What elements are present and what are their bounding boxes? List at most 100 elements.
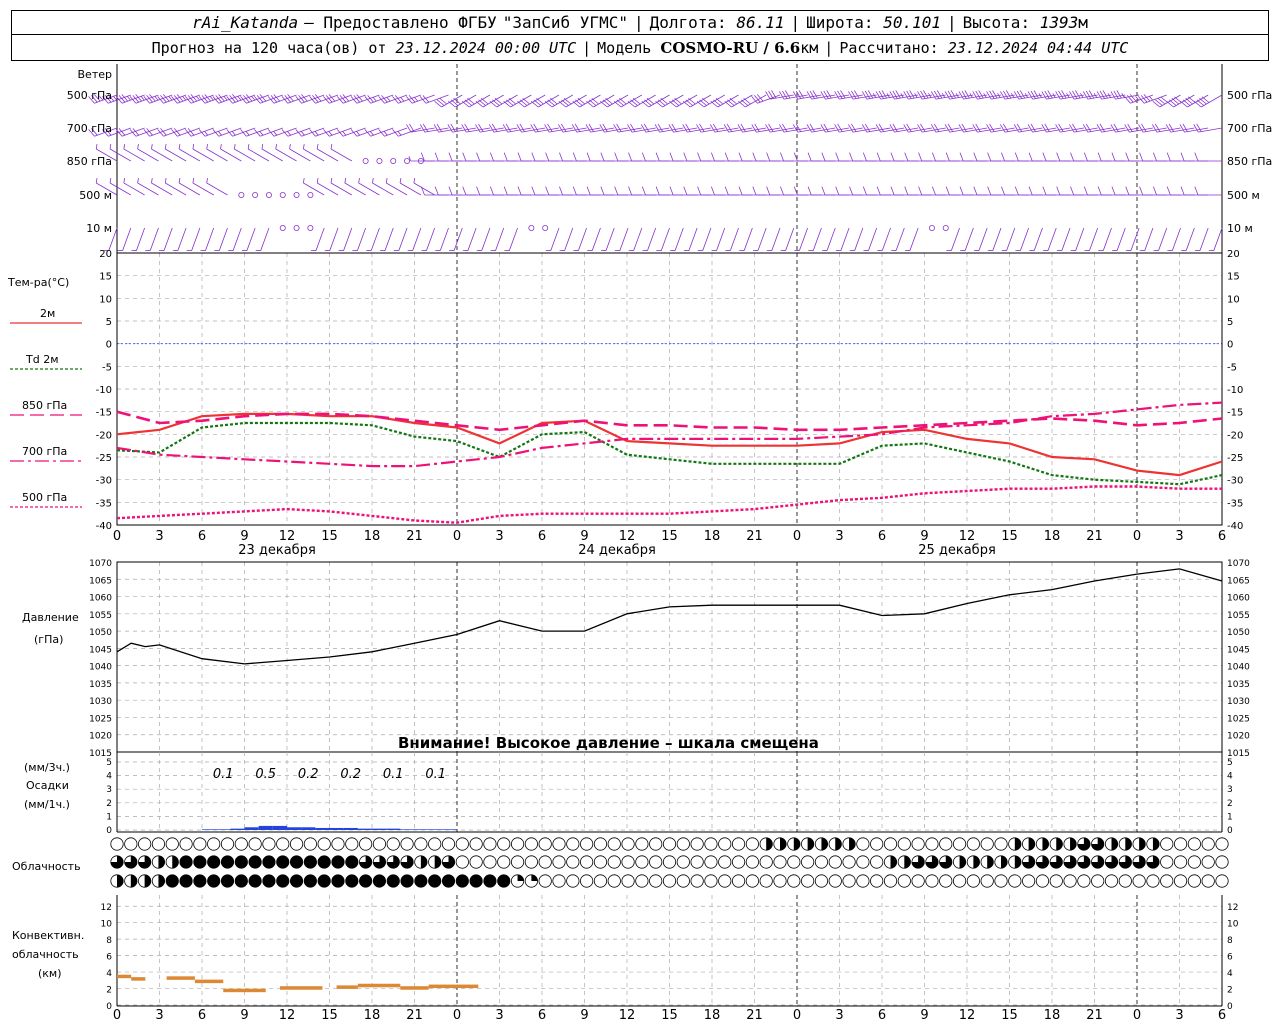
wind-barb — [448, 186, 477, 196]
wind-barb — [821, 152, 850, 162]
wind-barb-staff — [688, 227, 698, 251]
wind-barb-staff — [1158, 227, 1168, 251]
cloud-cover-mark — [842, 874, 856, 888]
wind-barb-feather — [1070, 186, 1075, 196]
time-tick-label-bottom: 12 — [619, 1008, 636, 1023]
wind-barb-feather — [372, 97, 377, 102]
wind-barb-feather — [586, 186, 591, 196]
precip-3h-label: 0.5 — [255, 767, 276, 782]
wind-barb-staff — [868, 227, 878, 251]
time-tick-label-bottom: 9 — [920, 1008, 928, 1023]
temp-ytick-right: -20 — [1227, 430, 1243, 441]
cloud-cover-fill — [276, 874, 289, 888]
wind-barb — [1208, 227, 1223, 252]
cloud-cover-mark — [607, 874, 621, 888]
wind-barb — [835, 152, 863, 162]
cloud-cover-fill — [434, 855, 441, 869]
conv-cloud-bar — [279, 986, 323, 990]
wind-barb — [366, 227, 380, 252]
wind-barb-feather — [399, 178, 402, 184]
cloud-cover-mark — [455, 855, 469, 869]
conv-ytick-right: 2 — [1227, 986, 1233, 996]
cloud-cover-fill — [1152, 837, 1160, 851]
cloud-cover-mark — [524, 855, 538, 869]
conv-ytick-right: 4 — [1227, 969, 1233, 979]
wind-barb — [145, 227, 159, 252]
wind-barb-feather — [414, 97, 419, 102]
wind-barb-feather — [628, 152, 633, 162]
cloud-cover-mark — [704, 855, 718, 869]
wind-barb — [752, 186, 780, 196]
precip-bar — [428, 829, 443, 830]
cloud-cover-mark — [662, 874, 677, 888]
wind-barb — [1097, 186, 1126, 196]
wind-barb-feather — [206, 178, 208, 184]
wind-barb-feather — [835, 186, 840, 196]
conv-ytick-left: 2 — [106, 986, 112, 996]
wind-barb-staff — [163, 227, 173, 251]
wind-barb-staff — [481, 227, 491, 251]
cloud-cover-mark — [1063, 874, 1077, 888]
wind-barb-feather — [330, 144, 333, 150]
wind-barb — [849, 227, 864, 252]
wind-barb — [503, 186, 532, 196]
wind-barb-feather — [489, 152, 494, 162]
cloud-cover-mark — [980, 837, 994, 851]
cloud-cover-mark — [165, 837, 179, 851]
wind-barb-staff — [370, 127, 394, 137]
temp-ytick-left: -5 — [102, 362, 112, 373]
legend-t2m: 2м — [40, 307, 56, 320]
wind-barb-feather — [503, 186, 508, 196]
wind-barb-feather — [233, 144, 236, 150]
wind-barb — [1015, 227, 1030, 252]
wind-barb-staff — [329, 227, 339, 251]
cloud-cover-mark — [635, 855, 649, 869]
cloud-cover-mark — [662, 855, 677, 869]
cloud-cover-fill — [483, 874, 497, 888]
wind-barb — [504, 227, 518, 252]
precip-bar — [216, 829, 231, 830]
wind-barb-feather — [531, 152, 536, 162]
wind-barb — [517, 152, 546, 162]
wind-barb-feather — [1152, 186, 1157, 196]
precip-unit-bottom: (мм/1ч.) — [24, 798, 70, 811]
cloud-cover-mark — [745, 855, 759, 869]
wind-barb-feather — [545, 186, 550, 196]
time-tick-label: 3 — [1175, 529, 1183, 544]
wind-barb-staff — [840, 227, 850, 251]
wind-barb-feather — [738, 186, 743, 196]
wind-barb — [808, 227, 822, 252]
wind-barb — [890, 152, 919, 162]
pressure-title: Давление — [22, 611, 79, 624]
wind-barb-feather — [1111, 152, 1116, 162]
wind-barb-feather — [178, 178, 181, 184]
cloud-cover-fill — [387, 874, 400, 888]
wind-barb-feather — [1028, 186, 1033, 196]
wind-calm-mark — [528, 224, 535, 231]
wind-barb-feather — [876, 152, 881, 162]
time-tick-label-bottom: 15 — [1001, 1008, 1018, 1023]
wind-barb — [656, 227, 670, 252]
wind-barb — [959, 152, 988, 162]
wind-barb — [1180, 152, 1209, 162]
time-tick-label: 0 — [453, 529, 461, 544]
wind-barb — [822, 227, 836, 252]
precip-bar — [414, 829, 429, 830]
wind-calm-mark — [279, 224, 286, 231]
wind-barb — [545, 186, 573, 196]
cloud-cover-mark — [676, 874, 690, 888]
conv-ytick-right: 12 — [1227, 903, 1238, 913]
cloud-cover-mark — [276, 837, 290, 851]
wind-barb — [393, 227, 408, 252]
wind-barb-feather — [192, 178, 195, 184]
temp-ytick-left: -15 — [96, 408, 112, 419]
wind-barb-feather — [206, 144, 208, 150]
wind-barb — [531, 152, 559, 162]
cloud-cover-fill — [821, 837, 828, 851]
cloud-cover-mark — [870, 837, 884, 851]
cloud-cover-mark — [1022, 874, 1036, 888]
wind-barb-staff — [260, 227, 270, 251]
cloud-cover-fill — [959, 855, 966, 869]
cloud-cover-mark — [1104, 874, 1119, 888]
wind-barb — [600, 186, 629, 196]
